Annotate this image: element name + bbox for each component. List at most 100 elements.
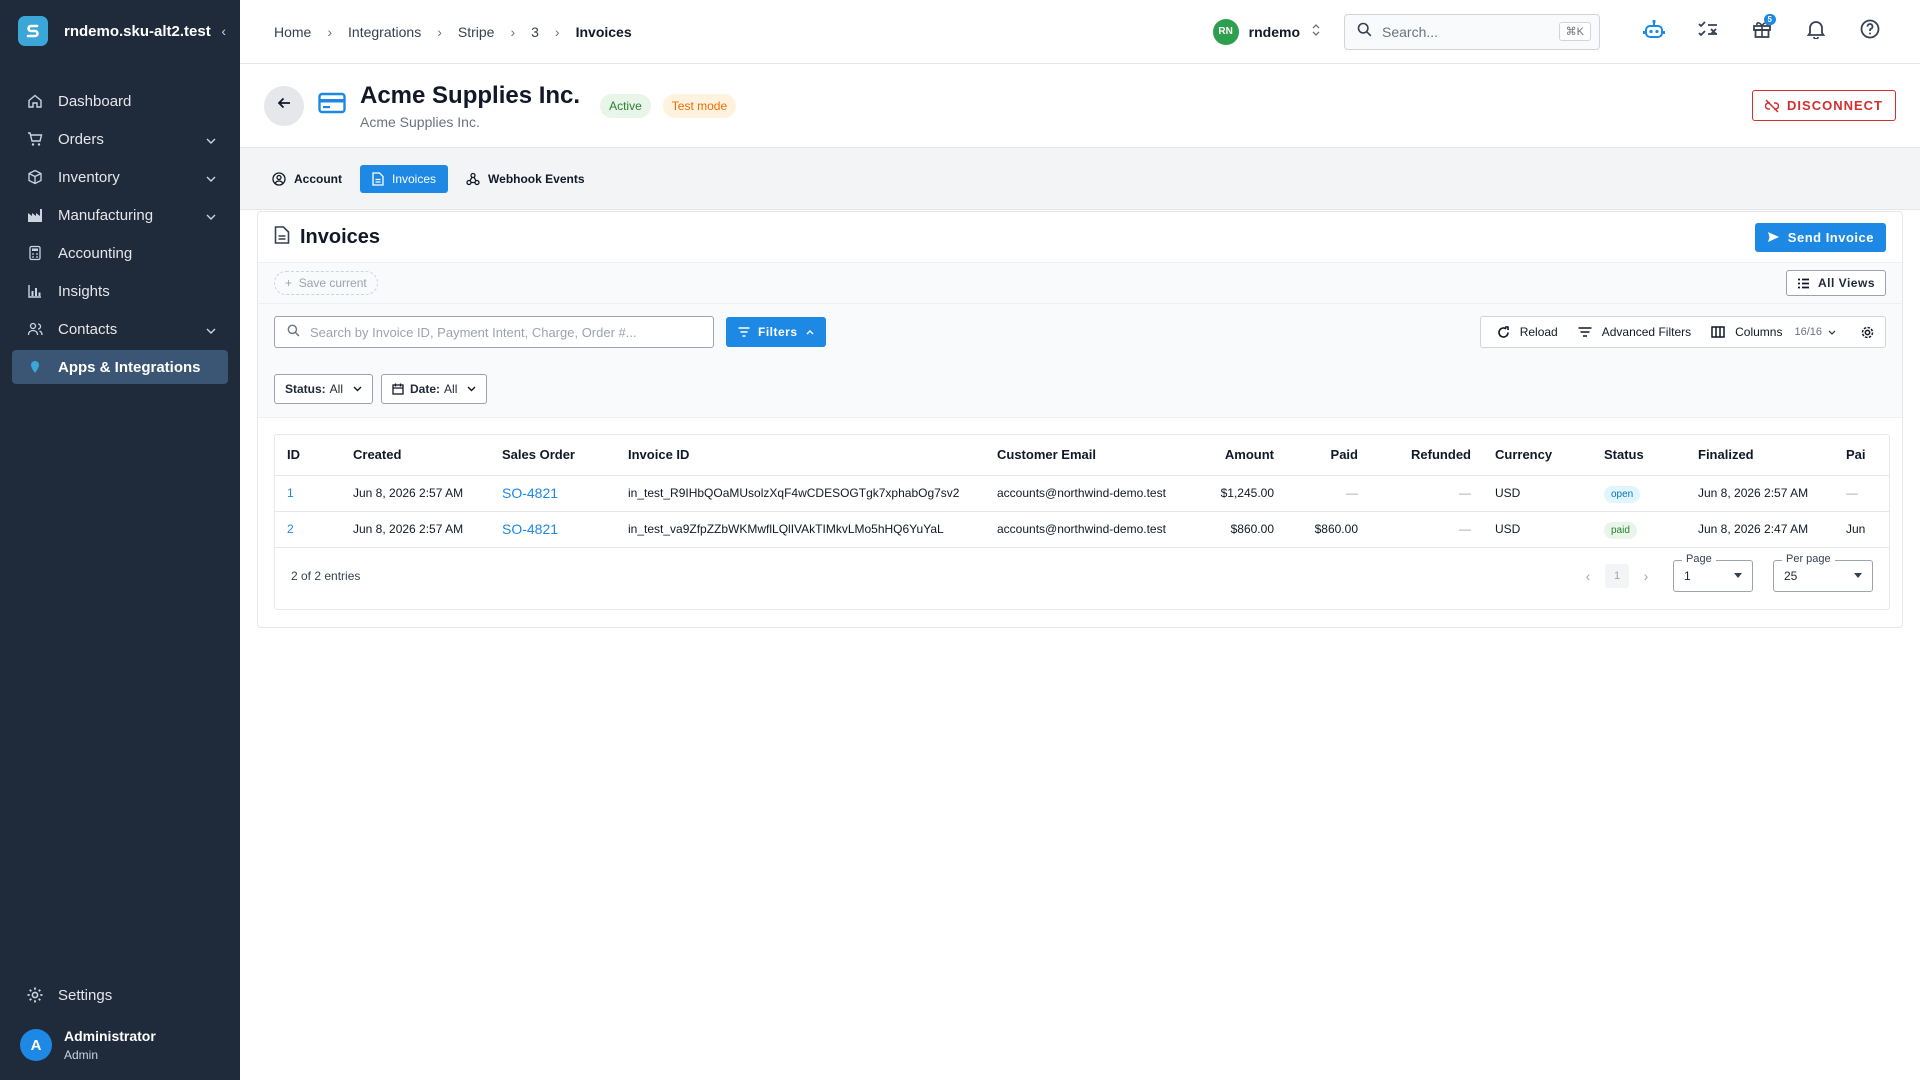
advanced-filters-button[interactable]: Advanced Filters	[1578, 325, 1691, 339]
pagination: ‹ 1 › Page 1 Per page 25	[1577, 552, 1873, 592]
sidebar-item-settings[interactable]: Settings	[12, 978, 228, 1012]
prev-page-button[interactable]: ‹	[1577, 568, 1599, 584]
filters-button[interactable]: Filters	[726, 317, 826, 347]
current-page-indicator[interactable]: 1	[1605, 563, 1629, 588]
disconnect-button[interactable]: DISCONNECT	[1752, 90, 1896, 121]
chevron-down-icon	[353, 386, 362, 392]
per-page-select[interactable]: Per page 25	[1773, 552, 1873, 592]
table-settings-button[interactable]	[1860, 325, 1875, 340]
send-invoice-button[interactable]: Send Invoice	[1754, 222, 1886, 252]
whats-new-button[interactable]: 5	[1744, 13, 1780, 50]
column-header-finalized[interactable]: Finalized	[1686, 435, 1834, 476]
created-cell: Jun 8, 2026 2:57 AM	[341, 475, 490, 512]
table-row[interactable]: 2 Jun 8, 2026 2:57 AM SO-4821 in_test_va…	[275, 511, 1889, 548]
filter-chips-row: Status: All Date: All	[258, 360, 1902, 418]
column-header-id[interactable]: ID	[275, 435, 341, 476]
currency-cell: USD	[1483, 475, 1592, 512]
breadcrumb-stripe[interactable]: Stripe	[456, 24, 497, 40]
test-mode-badge: Test mode	[662, 93, 737, 118]
tab-label: Account	[294, 171, 342, 186]
robot-icon	[1643, 19, 1665, 44]
search-icon	[287, 324, 300, 340]
chevron-right-icon: ›	[327, 23, 333, 40]
tab-webhook-events[interactable]: Webhook Events	[454, 165, 596, 193]
status-filter-chip[interactable]: Status: All	[274, 373, 374, 404]
next-page-button[interactable]: ›	[1635, 568, 1657, 584]
sales-order-link[interactable]: SO-4821	[502, 521, 558, 537]
notifications-button[interactable]	[1798, 14, 1834, 50]
breadcrumb-connection[interactable]: 3	[529, 24, 541, 40]
sidebar-item-contacts[interactable]: Contacts	[12, 312, 228, 346]
send-icon	[1767, 231, 1780, 243]
sidebar-item-orders[interactable]: Orders	[12, 122, 228, 156]
sidebar-item-insights[interactable]: Insights	[12, 274, 228, 308]
tab-bar: Account Invoices Webhook Events	[240, 148, 1920, 210]
chevron-right-icon: ›	[437, 23, 442, 40]
gear-icon	[26, 986, 44, 1004]
user-name: Administrator	[64, 1028, 156, 1044]
collapse-sidebar-icon[interactable]: ‹	[221, 23, 226, 39]
help-button[interactable]	[1852, 14, 1888, 50]
main-content: Home › Integrations › Stripe › 3 › Invoi…	[240, 0, 1920, 1080]
per-page-select-label: Per page	[1782, 552, 1835, 565]
save-current-view-button[interactable]: + Save current	[274, 271, 378, 295]
saved-views-row: + Save current All Views	[258, 262, 1902, 304]
sidebar-item-inventory[interactable]: Inventory	[12, 160, 228, 194]
box-icon	[26, 168, 44, 186]
column-header-customer-email[interactable]: Customer Email	[985, 435, 1197, 476]
search-icon	[1357, 22, 1372, 42]
page-select-label: Page	[1682, 552, 1716, 565]
unfold-icon	[1312, 23, 1320, 41]
sidebar-item-accounting[interactable]: Accounting	[12, 236, 228, 270]
columns-count: 16/16	[1794, 326, 1822, 338]
table-row[interactable]: 1 Jun 8, 2026 2:57 AM SO-4821 in_test_R9…	[275, 475, 1889, 512]
column-header-paid-at[interactable]: Pai	[1834, 435, 1889, 476]
table-search-input[interactable]: Search by Invoice ID, Payment Intent, Ch…	[274, 316, 714, 348]
back-button[interactable]	[264, 85, 304, 126]
chevron-right-icon: ›	[554, 23, 560, 40]
page-title: Acme Supplies Inc.	[360, 81, 581, 109]
column-header-sales-order[interactable]: Sales Order	[490, 435, 616, 476]
search-input[interactable]: Search...	[1382, 24, 1559, 40]
top-bar: Home › Integrations › Stripe › 3 › Invoi…	[240, 0, 1920, 64]
user-profile[interactable]: A Administrator Admin	[0, 1028, 240, 1080]
all-views-button[interactable]: All Views	[1786, 270, 1886, 296]
column-header-invoice-id[interactable]: Invoice ID	[616, 435, 985, 476]
column-header-paid[interactable]: Paid	[1286, 435, 1370, 476]
all-views-label: All Views	[1818, 276, 1875, 290]
status-badge: Active	[600, 93, 651, 118]
column-header-amount[interactable]: Amount	[1197, 435, 1286, 476]
sidebar-item-label: Apps & Integrations	[58, 358, 201, 376]
sidebar-item-apps-integrations[interactable]: Apps & Integrations	[12, 350, 228, 384]
status-filter-value: All	[329, 381, 344, 396]
sidebar-nav: Dashboard Orders Inventory Manufacturing…	[0, 84, 240, 384]
column-header-created[interactable]: Created	[341, 435, 490, 476]
columns-button[interactable]: Columns 16/16	[1711, 325, 1836, 339]
column-header-refunded[interactable]: Refunded	[1370, 435, 1483, 476]
avatar: A	[20, 1029, 52, 1061]
app-logo[interactable]	[18, 16, 48, 46]
org-name: rndemo.sku-alt2.test	[64, 22, 211, 40]
tasks-button[interactable]	[1690, 14, 1726, 50]
invoices-table-container: ID Created Sales Order Invoice ID Custom…	[274, 434, 1890, 610]
sidebar-item-manufacturing[interactable]: Manufacturing	[12, 198, 228, 232]
sidebar-item-label: Manufacturing	[58, 206, 154, 224]
status-badge: paid	[1604, 522, 1637, 539]
breadcrumb-integrations[interactable]: Integrations	[346, 24, 423, 40]
page-select[interactable]: Page 1	[1673, 552, 1753, 592]
assistant-bot-button[interactable]	[1636, 14, 1672, 50]
sidebar-item-dashboard[interactable]: Dashboard	[12, 84, 228, 118]
tab-invoices[interactable]: Invoices	[360, 164, 449, 193]
sales-order-link[interactable]: SO-4821	[502, 485, 558, 501]
invoice-row-id[interactable]: 1	[287, 486, 294, 500]
tab-account[interactable]: Account	[260, 165, 354, 193]
date-filter-chip[interactable]: Date: All	[381, 373, 488, 404]
invoice-row-id[interactable]: 2	[287, 522, 294, 536]
reload-button[interactable]: Reload	[1497, 325, 1558, 339]
account-circle-icon	[272, 171, 286, 186]
breadcrumb-home[interactable]: Home	[272, 24, 313, 40]
column-header-status[interactable]: Status	[1592, 435, 1686, 476]
column-header-currency[interactable]: Currency	[1483, 435, 1592, 476]
global-search[interactable]: Search... ⌘K	[1344, 13, 1600, 50]
workspace-switcher[interactable]: RN rndemo	[1212, 18, 1320, 45]
